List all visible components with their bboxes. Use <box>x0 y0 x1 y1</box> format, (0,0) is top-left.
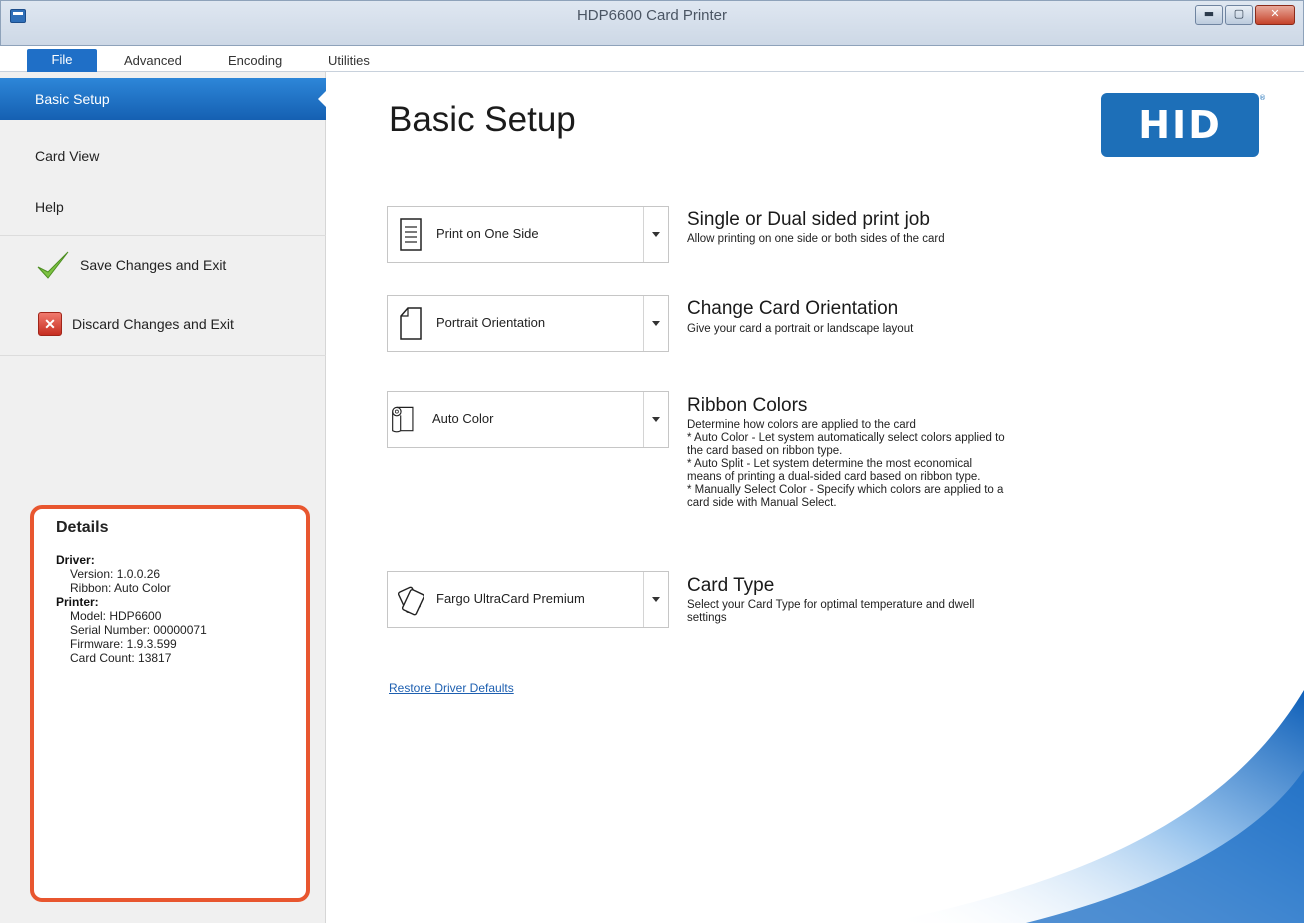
ribbon-colors-desc: Determine how colors are applied to the … <box>687 419 1107 510</box>
print-sides-value: Print on One Side <box>436 226 539 241</box>
printer-label: Printer: <box>56 595 99 609</box>
page-icon <box>400 307 422 340</box>
details-title: Details <box>56 519 109 536</box>
desc-line: Select your Card Type for optimal temper… <box>687 599 975 611</box>
orientation-dropdown[interactable]: Portrait Orientation <box>387 295 669 352</box>
orientation-desc: Give your card a portrait or landscape l… <box>687 323 1107 336</box>
printer-model: Model: HDP6600 <box>70 609 162 623</box>
save-changes-label: Save Changes and Exit <box>80 257 227 273</box>
tab-utilities[interactable]: Utilities <box>328 50 370 72</box>
hid-logo: HID <box>1101 93 1259 157</box>
maximize-icon: ▢ <box>1233 7 1245 20</box>
close-icon: ✕ <box>1270 7 1280 20</box>
title-bar: HDP6600 Card Printer ▬ ▢ ✕ <box>0 0 1304 46</box>
chevron-down-icon[interactable] <box>643 572 668 627</box>
desc-line: card side with Manual Select. <box>687 497 837 509</box>
document-icon <box>400 218 422 251</box>
discard-changes-label: Discard Changes and Exit <box>72 316 234 332</box>
orientation-value: Portrait Orientation <box>436 315 546 330</box>
close-button[interactable]: ✕ <box>1255 5 1295 25</box>
print-sides-dropdown[interactable]: Print on One Side <box>387 206 669 263</box>
restore-defaults-link[interactable]: Restore Driver Defaults <box>389 681 514 695</box>
card-type-title: Card Type <box>687 575 775 596</box>
driver-label: Driver: <box>56 553 95 567</box>
save-changes-button[interactable]: Save Changes and Exit <box>36 250 226 280</box>
menu-tabs: File Advanced Encoding Utilities <box>0 46 1304 72</box>
details-panel: Details Driver: Version: 1.0.0.26 Ribbon… <box>30 505 310 902</box>
sidebar-item-card-view[interactable]: Card View <box>0 141 326 171</box>
maximize-button[interactable]: ▢ <box>1225 5 1253 25</box>
desc-line: settings <box>687 612 727 624</box>
desc-line: * Manually Select Color - Specify which … <box>687 484 1004 496</box>
print-sides-desc: Allow printing on one side or both sides… <box>687 233 1107 246</box>
checkmark-icon <box>37 251 69 279</box>
sidebar-divider <box>0 235 326 236</box>
desc-line: the card based on ribbon type. <box>687 445 843 457</box>
chevron-down-icon[interactable] <box>643 296 668 351</box>
desc-line: Determine how colors are applied to the … <box>687 419 916 431</box>
card-type-dropdown[interactable]: Fargo UltraCard Premium <box>387 571 669 628</box>
driver-version: Version: 1.0.0.26 <box>70 567 161 581</box>
chevron-down-icon[interactable] <box>643 392 668 447</box>
ribbon-colors-dropdown[interactable]: Auto Color <box>387 391 669 448</box>
page-title: Basic Setup <box>389 100 576 139</box>
desc-line: Give your card a portrait or landscape l… <box>687 323 914 335</box>
desc-line: * Auto Color - Let system automatically … <box>687 432 1005 444</box>
cards-icon <box>398 586 424 616</box>
window-controls: ▬ ▢ ✕ <box>1195 5 1295 25</box>
printer-serial: Serial Number: 00000071 <box>70 623 207 637</box>
card-type-value: Fargo UltraCard Premium <box>436 591 585 606</box>
tab-file[interactable]: File <box>27 49 97 72</box>
print-sides-title: Single or Dual sided print job <box>687 209 930 230</box>
sidebar-item-help[interactable]: Help <box>0 192 326 222</box>
tab-encoding[interactable]: Encoding <box>228 50 282 72</box>
driver-ribbon: Ribbon: Auto Color <box>70 581 171 595</box>
printer-card-count: Card Count: 13817 <box>70 651 172 665</box>
sidebar-divider <box>0 355 326 356</box>
card-type-desc: Select your Card Type for optimal temper… <box>687 599 1107 625</box>
ribbon-icon <box>392 406 414 433</box>
discard-icon: ✕ <box>38 312 62 336</box>
desc-line: means of printing a dual-sided card base… <box>687 471 981 483</box>
orientation-title: Change Card Orientation <box>687 298 899 319</box>
discard-changes-button[interactable]: ✕ Discard Changes and Exit <box>38 312 234 336</box>
minimize-icon: ▬ <box>1203 7 1215 20</box>
sidebar-item-basic-setup[interactable]: Basic Setup <box>0 78 327 120</box>
chevron-down-icon[interactable] <box>643 207 668 262</box>
desc-line: * Auto Split - Let system determine the … <box>687 458 973 470</box>
minimize-button[interactable]: ▬ <box>1195 5 1223 25</box>
tab-advanced[interactable]: Advanced <box>124 50 182 72</box>
ribbon-colors-value: Auto Color <box>432 411 494 426</box>
ribbon-colors-title: Ribbon Colors <box>687 395 808 416</box>
printer-firmware: Firmware: 1.9.3.599 <box>70 637 177 651</box>
registered-mark: ® <box>1259 94 1266 102</box>
desc-line: Allow printing on one side or both sides… <box>687 233 945 245</box>
window-title: HDP6600 Card Printer <box>576 7 728 24</box>
